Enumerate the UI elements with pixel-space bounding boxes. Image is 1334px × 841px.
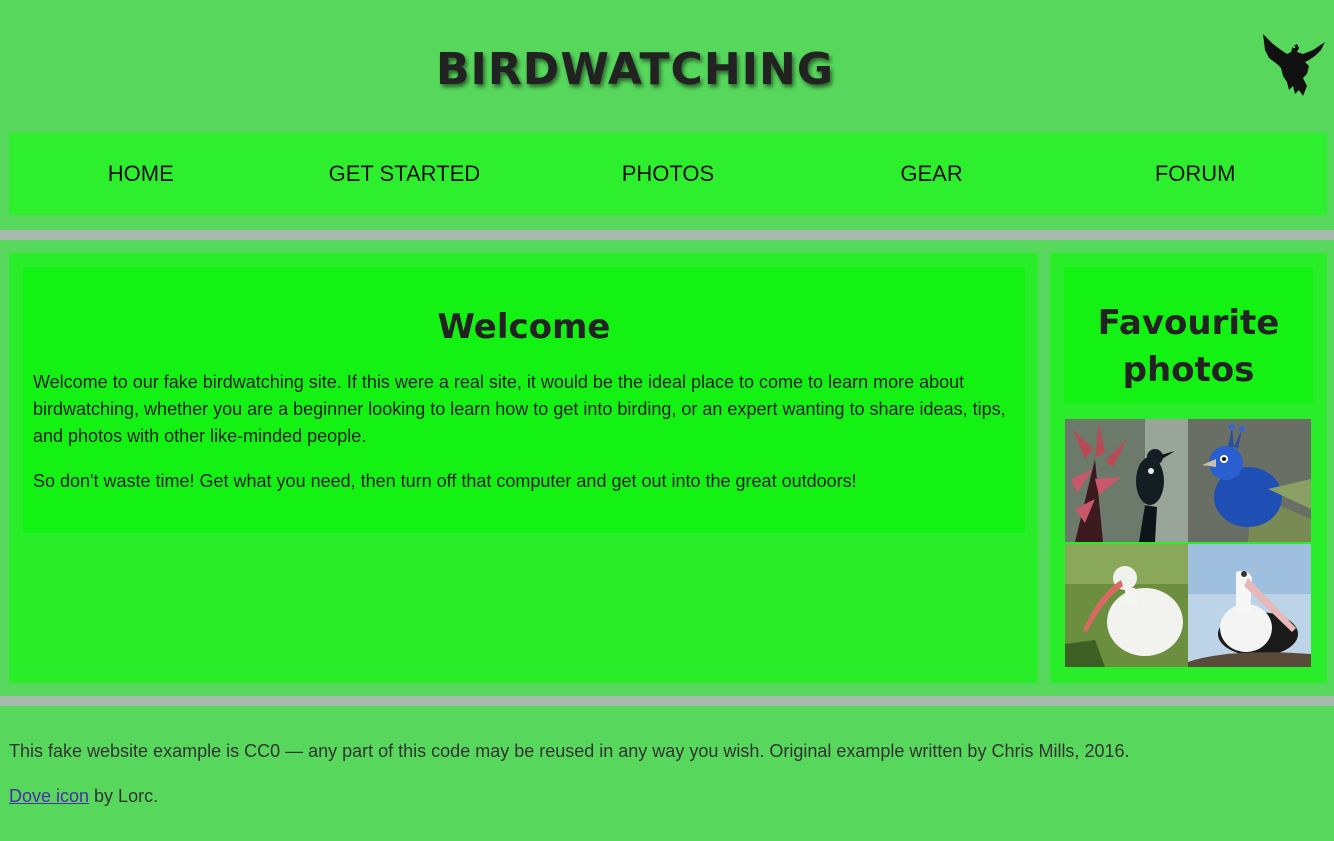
nav-item-home[interactable]: HOME: [9, 133, 273, 215]
peacock-photo[interactable]: [1188, 419, 1311, 542]
favourite-photos-box: Favourite photos: [1064, 267, 1313, 403]
sidebar: Favourite photos: [1050, 253, 1327, 683]
nav-item-forum[interactable]: FORUM: [1063, 133, 1327, 215]
site-footer: This fake website example is CC0 — any p…: [9, 740, 1309, 807]
site-header: BIRDWATCHING: [0, 0, 1334, 134]
white-ibis-photo[interactable]: [1065, 544, 1188, 667]
dove-icon: [1263, 34, 1325, 96]
credit-suffix: by Lorc.: [89, 786, 159, 806]
dove-icon-credit-link[interactable]: Dove icon: [9, 786, 89, 806]
site-title: BIRDWATCHING: [436, 44, 834, 95]
nav-item-photos[interactable]: PHOTOS: [536, 133, 800, 215]
main-content: Welcome Welcome to our fake birdwatching…: [9, 253, 1038, 683]
divider-band-bottom: [0, 696, 1334, 706]
welcome-heading: Welcome: [437, 307, 611, 347]
photo-grid: [1065, 419, 1311, 667]
nav-item-get-started[interactable]: GET STARTED: [273, 133, 537, 215]
welcome-article: Welcome Welcome to our fake birdwatching…: [23, 267, 1025, 533]
credit-line: Dove icon by Lorc.: [9, 785, 1309, 807]
pelican-photo[interactable]: [1188, 544, 1311, 667]
favourite-photos-heading: Favourite photos: [1097, 303, 1280, 390]
call-to-action-paragraph: So don't waste time! Get what you need, …: [33, 471, 857, 491]
tui-bird-photo[interactable]: [1065, 419, 1188, 542]
main-nav: HOME GET STARTED PHOTOS GEAR FORUM: [9, 133, 1327, 215]
license-text: This fake website example is CC0 — any p…: [9, 741, 1130, 761]
divider-band-top: [0, 230, 1334, 240]
nav-item-gear[interactable]: GEAR: [800, 133, 1064, 215]
welcome-paragraph: Welcome to our fake birdwatching site. I…: [33, 372, 1006, 446]
